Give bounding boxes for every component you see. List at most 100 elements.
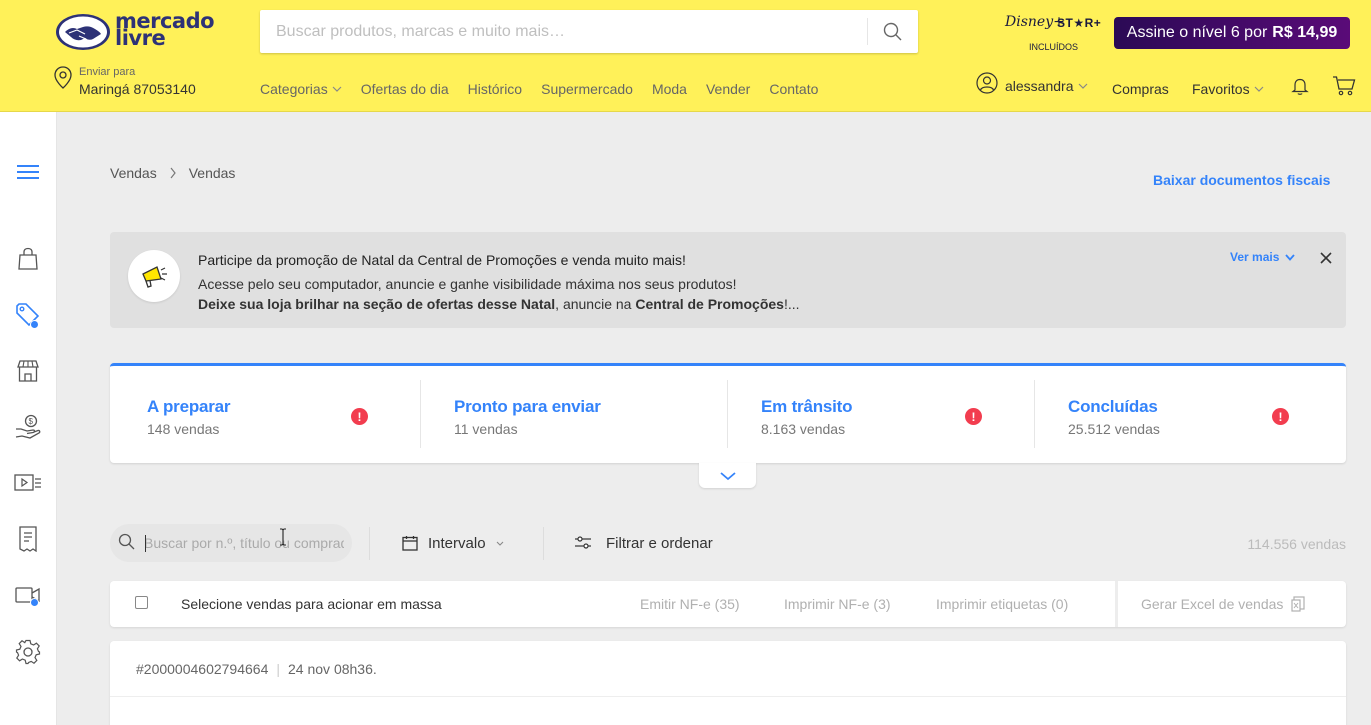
status-card-pronto-para-enviar[interactable]: Pronto para enviar 11 vendas <box>417 366 724 463</box>
location-label: Enviar para <box>79 66 136 78</box>
user-menu[interactable]: alessandra <box>976 72 1088 94</box>
sidebar-item-configuracoes[interactable] <box>12 636 44 668</box>
filter-sort-label: Filtrar e ordenar <box>606 534 713 552</box>
store-icon <box>17 360 39 382</box>
hamburger-icon <box>17 165 39 179</box>
imprimir-nfe-button[interactable]: Imprimir NF-e (3) <box>784 596 891 612</box>
favoritos-menu[interactable]: Favoritos <box>1192 81 1264 97</box>
filter-sort-button[interactable]: Filtrar e ordenar <box>574 524 713 562</box>
search-icon <box>883 22 902 40</box>
nav-historico[interactable]: Histórico <box>468 81 522 97</box>
promo-text: Acesse pelo seu computador, anuncie e ga… <box>198 276 737 292</box>
chevron-right-icon <box>170 167 176 179</box>
select-all-checkbox[interactable] <box>135 596 148 609</box>
active-indicator-dot <box>30 320 39 329</box>
separator: | <box>276 661 281 677</box>
included-label: INCLUÍDOS <box>1029 42 1079 52</box>
status-card-a-preparar[interactable]: A preparar 148 vendas ! <box>110 366 420 463</box>
sales-search-box <box>110 524 352 562</box>
disney-plus-logo: Disney+ <box>1005 14 1065 30</box>
search-button[interactable] <box>868 10 918 53</box>
chevron-down-icon <box>1285 253 1296 261</box>
sidebar-item-compras[interactable] <box>12 243 44 275</box>
order-header: #2000004602794664 | 24 nov 08h36. <box>136 661 377 677</box>
promo-text-part: , anuncie na <box>555 296 636 312</box>
location-value: Maringá 87053140 <box>79 81 196 97</box>
status-card-em-transito[interactable]: Em trânsito 8.163 vendas ! <box>724 366 1031 463</box>
breadcrumb: Vendas Vendas <box>110 165 235 181</box>
spreadsheet-icon <box>1291 596 1306 612</box>
divider <box>543 527 544 560</box>
interval-label: Intervalo <box>428 534 486 552</box>
status-count: 11 vendas <box>454 421 518 437</box>
user-avatar-icon <box>976 72 998 94</box>
subscribe-banner-button[interactable]: Assine o nível 6 por R$ 14,99 <box>1114 17 1350 49</box>
video-list-icon <box>14 474 41 491</box>
header: mercado livre Disney+ ST★R+ INCLUÍDOS As… <box>0 0 1371 112</box>
status-title: Pronto para enviar <box>454 397 601 416</box>
order-card: #2000004602794664 | 24 nov 08h36. <box>110 641 1346 725</box>
main-search-bar <box>260 10 918 53</box>
ver-mais-button[interactable]: Ver mais <box>1230 250 1296 264</box>
divider <box>369 527 370 560</box>
sales-search-input[interactable] <box>144 524 344 562</box>
sidebar-item-publicidade[interactable] <box>12 467 44 499</box>
subscribe-text: Assine o nível 6 por <box>1126 24 1268 41</box>
chevron-down-icon <box>332 86 342 92</box>
compras-link[interactable]: Compras <box>1112 81 1169 97</box>
filters-bar: Intervalo Filtrar e ordenar 114.556 vend… <box>110 524 1346 564</box>
emitir-nfe-button[interactable]: Emitir NF-e (35) <box>640 596 740 612</box>
sidebar-item-documentos[interactable] <box>12 523 44 555</box>
svg-text:$: $ <box>29 417 34 426</box>
cart-button[interactable] <box>1331 74 1357 98</box>
nav-vender[interactable]: Vender <box>706 81 750 97</box>
nav-contato[interactable]: Contato <box>769 81 818 97</box>
receipt-icon <box>19 526 37 552</box>
nav-categorias[interactable]: Categorias <box>260 81 342 97</box>
promo-bold-text: Central de Promoções <box>635 296 784 312</box>
download-fiscal-docs-link[interactable]: Baixar documentos fiscais <box>1153 172 1330 188</box>
gerar-excel-button[interactable]: Gerar Excel de vendas <box>1141 596 1306 612</box>
mercado-livre-logo[interactable]: mercado livre <box>55 11 215 52</box>
nav-moda[interactable]: Moda <box>652 81 687 97</box>
menu-toggle-button[interactable] <box>12 156 44 188</box>
bulk-select-label: Selecione vendas para acionar em massa <box>181 596 442 612</box>
chevron-down-icon <box>496 541 503 546</box>
text-cursor-icon <box>280 528 286 546</box>
bell-icon <box>1291 78 1309 95</box>
sidebar-item-faturamento[interactable]: $ <box>12 411 44 443</box>
status-title: A preparar <box>147 397 231 416</box>
handshake-icon <box>56 14 110 50</box>
disney-star-badge[interactable]: Disney+ ST★R+ INCLUÍDOS <box>1005 14 1105 54</box>
nav-label: Categorias <box>260 81 328 97</box>
chevron-down-icon <box>719 471 736 480</box>
close-banner-button[interactable] <box>1316 248 1336 268</box>
main-search-input[interactable] <box>260 10 866 53</box>
status-card-concluidas[interactable]: Concluídas 25.512 vendas ! <box>1031 366 1343 463</box>
sales-total-count: 114.556 vendas <box>1247 536 1346 552</box>
expand-status-button[interactable] <box>699 463 756 488</box>
logo-wordmark: mercado livre <box>115 9 215 50</box>
text-caret <box>145 535 146 552</box>
promo-text-2: Deixe sua loja brilhar na seção de ofert… <box>198 296 800 312</box>
nav-supermercado[interactable]: Supermercado <box>541 81 633 97</box>
megaphone-icon <box>142 266 167 288</box>
sidebar-item-loja[interactable] <box>12 355 44 387</box>
alert-icon: ! <box>965 408 982 425</box>
location-pin-icon <box>54 66 72 89</box>
chevron-down-icon <box>1078 83 1087 89</box>
interval-dropdown[interactable]: Intervalo <box>402 524 504 562</box>
breadcrumb-item[interactable]: Vendas <box>110 165 157 181</box>
alert-icon: ! <box>1272 408 1289 425</box>
nav-ofertas[interactable]: Ofertas do dia <box>361 81 449 97</box>
imprimir-etiquetas-button[interactable]: Imprimir etiquetas (0) <box>936 596 1068 612</box>
status-title: Em trânsito <box>761 397 853 416</box>
search-icon <box>118 533 135 550</box>
alert-icon: ! <box>351 408 368 425</box>
status-count: 148 vendas <box>147 421 220 437</box>
sliders-icon <box>575 536 591 549</box>
order-id[interactable]: #2000004602794664 <box>136 661 268 677</box>
notifications-button[interactable] <box>1289 75 1311 97</box>
sidebar-item-videos[interactable] <box>12 579 44 611</box>
sidebar-item-vendas[interactable] <box>12 299 44 331</box>
